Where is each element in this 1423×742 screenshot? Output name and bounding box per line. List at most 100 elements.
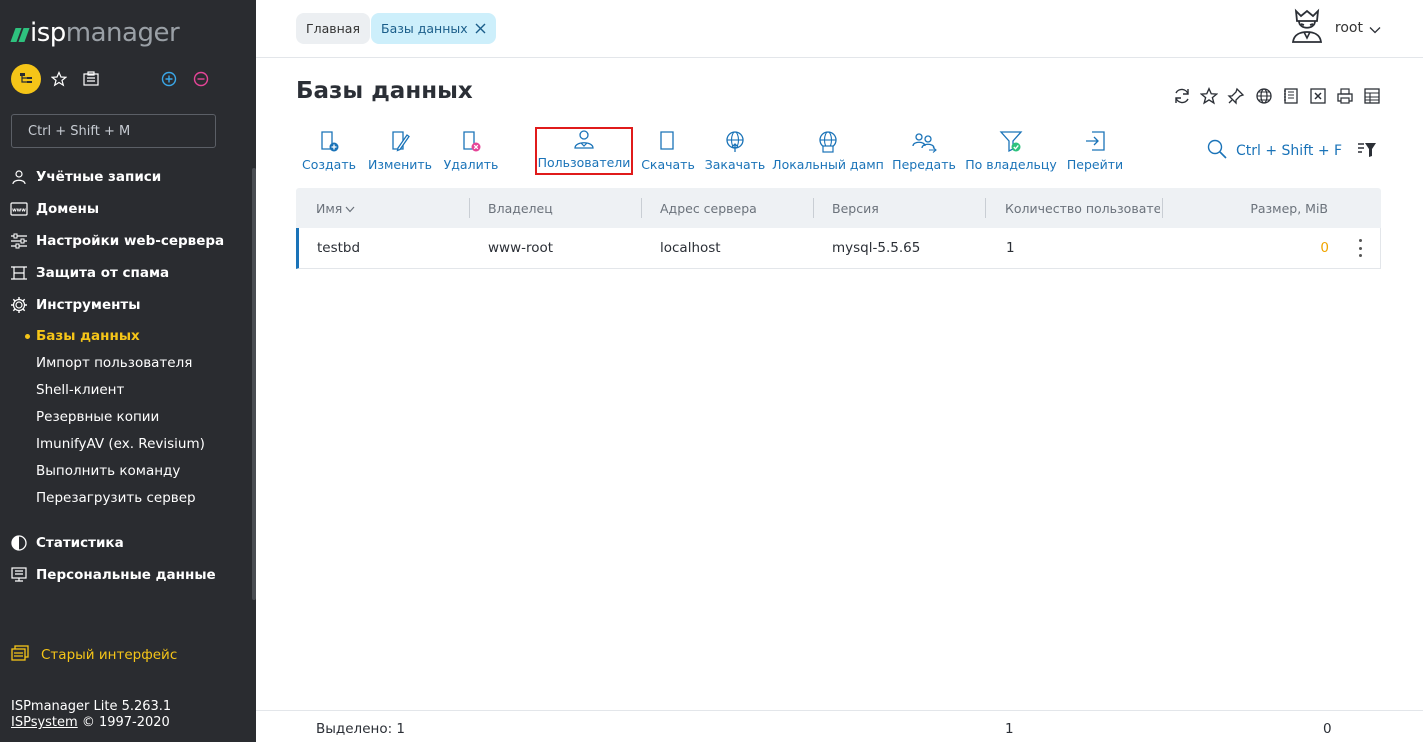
table-settings-icon[interactable] xyxy=(1362,86,1382,106)
menu-item-spam-protection[interactable]: Защита от спама xyxy=(10,261,169,285)
column-header-name[interactable]: Имя xyxy=(316,188,355,228)
page-title: Базы данных xyxy=(296,78,473,104)
favorite-star-icon[interactable] xyxy=(1199,86,1219,106)
column-header-users-count[interactable]: Количество пользователей xyxy=(1005,188,1160,228)
submenu-item-reboot-server[interactable]: Перезагрузить сервер xyxy=(36,487,196,509)
delete-icon xyxy=(459,127,483,153)
www-icon: www xyxy=(10,200,28,218)
menu-item-web-server-settings[interactable]: Настройки web-сервера xyxy=(10,229,224,253)
column-separator[interactable] xyxy=(1162,198,1163,218)
spam-filter-icon xyxy=(10,264,28,282)
menu-item-accounts[interactable]: Учётные записи xyxy=(10,165,161,189)
menu-item-statistics[interactable]: Статистика xyxy=(10,531,124,555)
table-row[interactable]: testbd www-root localhost mysql-5.5.65 1… xyxy=(296,228,1381,269)
menu-item-label: Настройки web-сервера xyxy=(36,233,225,249)
menu-item-tools[interactable]: Инструменты xyxy=(10,293,140,317)
product-version: ISPmanager Lite 5.263.1 xyxy=(11,699,172,714)
transfer-button[interactable]: Передать xyxy=(892,127,956,175)
submenu-item-label: Выполнить команду xyxy=(36,463,181,479)
menu-item-label: Персональные данные xyxy=(36,567,216,583)
expand-all-plus-icon[interactable] xyxy=(160,64,178,94)
pin-icon[interactable] xyxy=(1226,86,1246,106)
cell-server-address: localhost xyxy=(660,240,721,256)
delete-button[interactable]: Удалить xyxy=(444,127,498,175)
submenu-item-shell-client[interactable]: Shell-клиент xyxy=(36,379,124,401)
excel-export-icon[interactable] xyxy=(1308,86,1328,106)
menu-item-label: Статистика xyxy=(36,535,124,551)
copyright: ISPsystem © 1997-2020 xyxy=(11,715,170,731)
user-avatar-icon xyxy=(1289,8,1325,48)
column-header-version[interactable]: Версия xyxy=(832,188,879,228)
column-separator[interactable] xyxy=(985,198,986,218)
breadcrumb-home[interactable]: Главная xyxy=(296,13,370,44)
column-separator[interactable] xyxy=(813,198,814,218)
submenu-item-label: Shell-клиент xyxy=(36,382,125,398)
local-dump-icon xyxy=(816,127,840,153)
copyright-years: © 1997-2020 xyxy=(77,715,170,730)
isp-manager-logo[interactable]: isp manager xyxy=(10,18,180,48)
sidebar-quickbar xyxy=(11,64,231,94)
old-interface-label: Старый интерфейс xyxy=(41,647,178,663)
print-icon[interactable] xyxy=(1335,86,1355,106)
row-more-options-icon[interactable] xyxy=(1354,239,1366,257)
filter-icon[interactable] xyxy=(1357,141,1377,159)
sidebar-scrollbar[interactable] xyxy=(252,168,256,600)
submenu-item-backups[interactable]: Резервные копии xyxy=(36,406,159,428)
table-search-label: Ctrl + Shift + F xyxy=(1236,143,1343,159)
column-separator[interactable] xyxy=(641,198,642,218)
create-button[interactable]: Создать xyxy=(302,127,356,175)
cell-users-count: 1 xyxy=(1006,240,1015,256)
notes-icon[interactable] xyxy=(1281,86,1301,106)
local-dump-button[interactable]: Локальный дамп xyxy=(772,127,884,175)
submenu-item-run-command[interactable]: Выполнить команду xyxy=(36,460,180,482)
column-header-owner[interactable]: Владелец xyxy=(488,188,553,228)
table-header: Имя Владелец Адрес сервера Версия Количе… xyxy=(296,188,1381,228)
submenu-item-imunifyav[interactable]: ImunifyAV (ex. Revisium) xyxy=(36,433,205,455)
toolbar-label: Пользователи xyxy=(537,155,631,170)
column-header-server-address[interactable]: Адрес сервера xyxy=(660,188,757,228)
column-header-label: Размер, MiB xyxy=(1250,200,1328,216)
favorites-star-icon[interactable] xyxy=(49,64,69,94)
breadcrumb-databases-tab[interactable]: Базы данных xyxy=(371,13,496,44)
column-header-label: Владелец xyxy=(488,200,553,216)
by-owner-button[interactable]: По владельцу xyxy=(965,127,1057,175)
menu-search-input[interactable] xyxy=(11,114,216,148)
toolbar-label: Создать xyxy=(302,157,356,172)
menu-item-personal-data[interactable]: Персональные данные xyxy=(10,563,216,587)
menu-item-label: Защита от спама xyxy=(36,265,170,281)
users-icon xyxy=(572,127,596,151)
logo-mark-icon xyxy=(10,28,30,42)
svg-text:www: www xyxy=(12,208,26,214)
toolbar-label: Удалить xyxy=(443,157,499,172)
menu-tree-icon[interactable] xyxy=(11,64,41,94)
column-header-size[interactable]: Размер, MiB xyxy=(1250,188,1328,228)
close-tab-icon[interactable] xyxy=(475,23,486,34)
old-interface-link[interactable]: Старый интерфейс xyxy=(11,644,177,666)
sliders-icon xyxy=(10,232,28,250)
cell-version: mysql-5.5.65 xyxy=(832,240,921,256)
users-button[interactable]: Пользователи xyxy=(535,127,633,175)
active-dot-icon xyxy=(25,334,30,339)
sort-chevron-down-icon xyxy=(345,201,355,216)
column-header-label: Адрес сервера xyxy=(660,200,757,216)
refresh-icon[interactable] xyxy=(1172,86,1192,106)
menu-item-domains[interactable]: www Домены xyxy=(10,197,99,221)
submenu-item-databases[interactable]: Базы данных xyxy=(25,325,140,347)
goto-button[interactable]: Перейти xyxy=(1067,127,1123,175)
company-link[interactable]: ISPsystem xyxy=(11,715,78,730)
toolbar-label: Скачать xyxy=(641,157,695,172)
submenu-item-label: ImunifyAV (ex. Revisium) xyxy=(36,436,205,452)
submenu-item-import-user[interactable]: Импорт пользователя xyxy=(36,352,192,374)
edit-icon xyxy=(388,127,412,153)
column-separator[interactable] xyxy=(469,198,470,218)
upload-button[interactable]: Закачать xyxy=(705,127,765,175)
collapse-all-minus-icon[interactable] xyxy=(192,64,210,94)
table-search-button[interactable]: Ctrl + Shift + F xyxy=(1206,138,1342,164)
user-menu[interactable]: root xyxy=(1289,8,1381,48)
column-header-label: Количество пользователей xyxy=(1005,200,1160,216)
user-icon xyxy=(10,168,28,186)
edit-button[interactable]: Изменить xyxy=(368,127,432,175)
globe-language-icon[interactable] xyxy=(1254,86,1274,106)
clipboard-icon[interactable] xyxy=(81,64,101,94)
download-button[interactable]: Скачать xyxy=(641,127,695,175)
